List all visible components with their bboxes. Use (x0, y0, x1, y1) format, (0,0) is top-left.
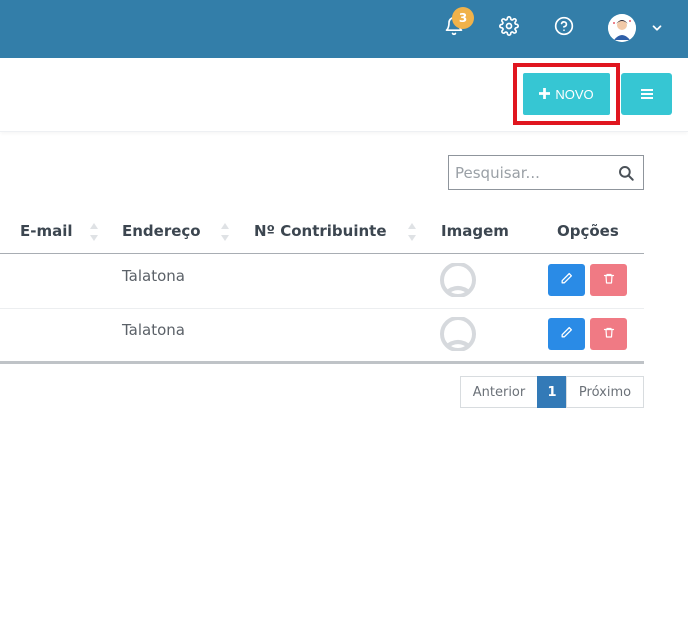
pencil-icon (560, 272, 573, 288)
table-bottom-border (0, 361, 644, 364)
pagination-page-1[interactable]: 1 (537, 376, 567, 408)
chevron-down-icon[interactable] (650, 20, 664, 34)
trash-icon (603, 326, 615, 342)
menu-button[interactable] (621, 73, 672, 115)
table-cell-address: Talatona (122, 267, 185, 285)
user-avatar[interactable] (608, 14, 636, 42)
sort-icon[interactable] (407, 222, 417, 242)
table-cell-address: Talatona (122, 321, 185, 339)
notification-badge: 3 (452, 7, 474, 29)
user-placeholder-icon (440, 262, 476, 298)
search-box (448, 155, 644, 190)
delete-button[interactable] (590, 264, 627, 296)
delete-button[interactable] (590, 318, 627, 350)
edit-button[interactable] (548, 264, 585, 296)
help-icon[interactable] (552, 14, 576, 38)
column-header-taxpayer-number[interactable]: Nº Contribuinte (254, 222, 387, 240)
new-button-label: NOVO (555, 86, 594, 102)
column-header-image: Imagem (441, 222, 509, 240)
column-header-options: Opções (557, 222, 619, 240)
user-placeholder-icon (440, 316, 476, 352)
search-input[interactable] (449, 156, 609, 189)
search-icon[interactable] (617, 164, 635, 182)
table-header-divider (0, 253, 644, 254)
gear-icon[interactable] (497, 14, 521, 38)
new-button[interactable]: NOVO (523, 73, 610, 115)
row-divider (0, 308, 644, 309)
trash-icon (603, 272, 615, 288)
pencil-icon (560, 326, 573, 342)
column-header-email[interactable]: E-mail (20, 222, 73, 240)
sort-icon[interactable] (89, 222, 99, 242)
pagination-next[interactable]: Próximo (566, 376, 644, 408)
pagination-previous[interactable]: Anterior (460, 376, 538, 408)
hamburger-menu-icon (640, 87, 653, 102)
plus-icon (539, 87, 551, 102)
sort-icon[interactable] (220, 222, 230, 242)
column-header-address[interactable]: Endereço (122, 222, 201, 240)
top-navbar (0, 0, 688, 58)
edit-button[interactable] (548, 318, 585, 350)
